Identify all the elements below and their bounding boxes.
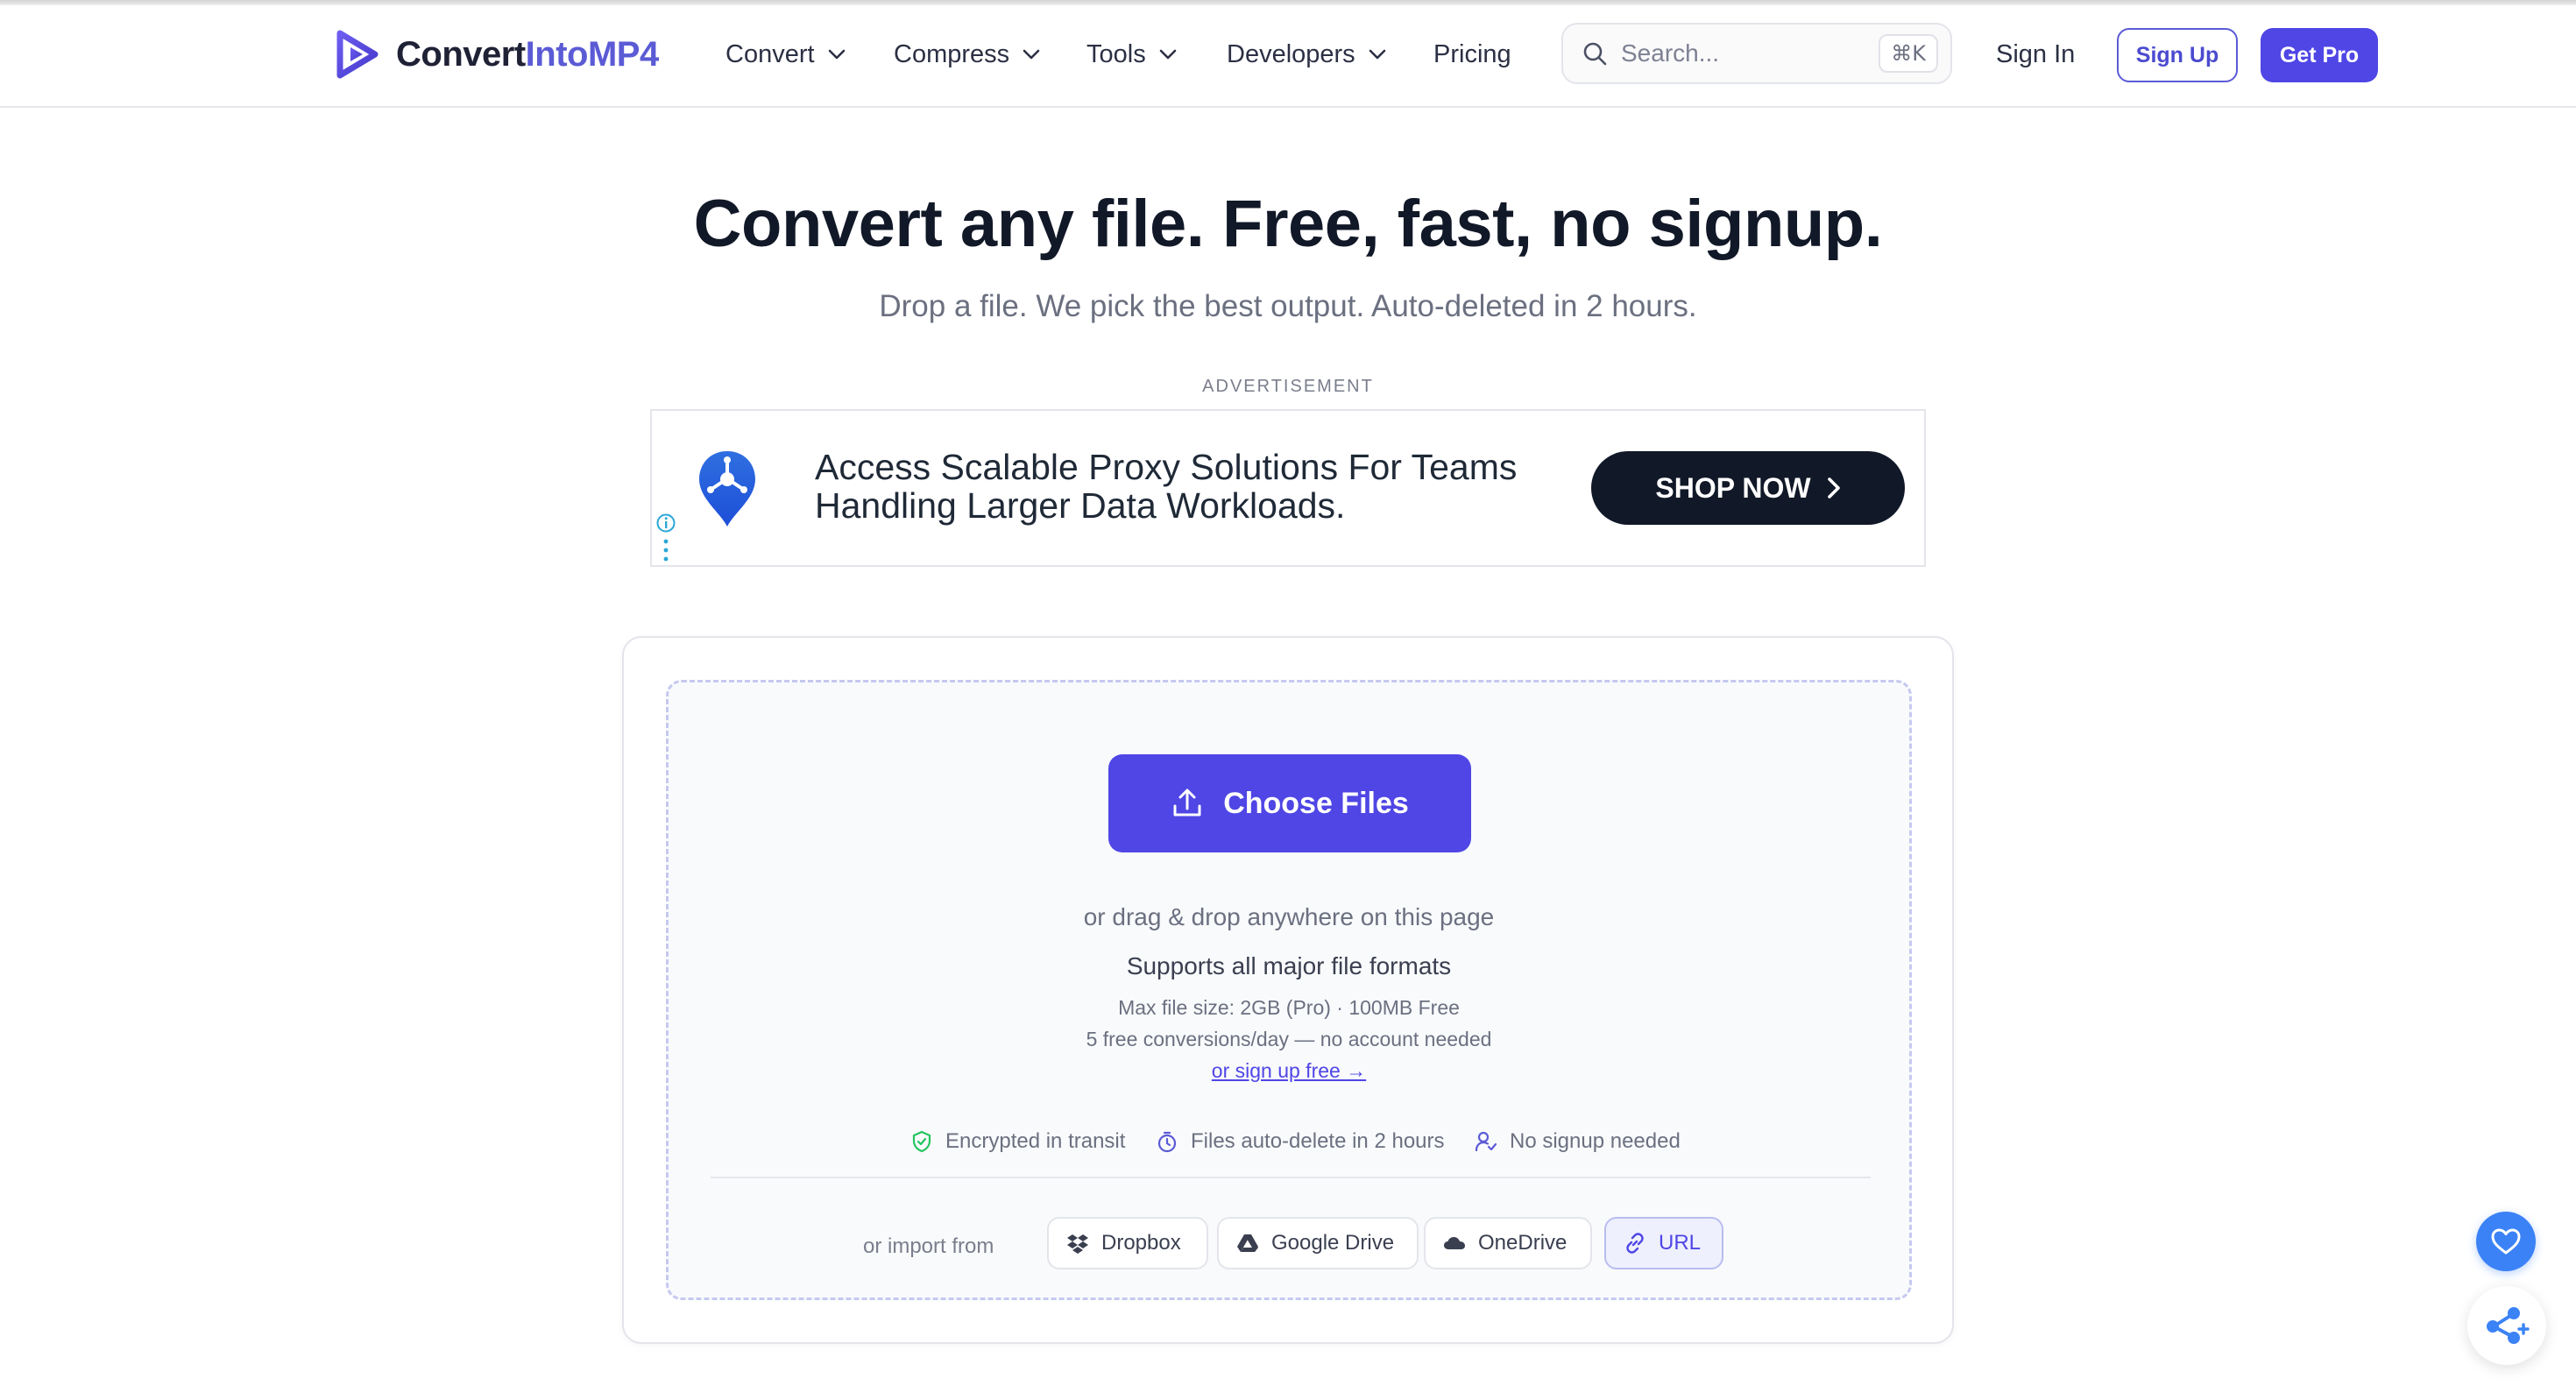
nav-tools-label: Tools — [1086, 39, 1146, 68]
chevron-down-icon — [1023, 49, 1040, 60]
import-url-button[interactable]: URL — [1604, 1217, 1723, 1269]
nav-pricing[interactable]: Pricing — [1433, 26, 1511, 82]
ad-cta-label: SHOP NOW — [1655, 471, 1811, 504]
dropbox-icon — [1067, 1234, 1088, 1254]
nav-developers[interactable]: Developers — [1227, 26, 1387, 82]
search-shortcut-badge: ⌘K — [1879, 34, 1938, 73]
favorite-button[interactable] — [2476, 1212, 2536, 1271]
site-logo[interactable]: ConvertIntoMP4 — [335, 26, 659, 82]
supported-formats-text: Supports all major file formats — [1126, 952, 1452, 979]
search-placeholder: Search... — [1621, 39, 1720, 67]
ad-brand-logo — [699, 451, 755, 527]
logo-text: ConvertIntoMP4 — [396, 35, 659, 74]
timer-icon — [1157, 1131, 1177, 1153]
chevron-down-icon — [828, 49, 845, 60]
max-file-size-text: Max file size: 2GB (Pro) · 100MB Free — [1118, 996, 1460, 1019]
nav-convert[interactable]: Convert — [725, 26, 846, 82]
sign-in-link[interactable]: Sign In — [1996, 26, 2075, 82]
sign-up-free-link[interactable]: or sign up free → — [1212, 1059, 1366, 1082]
trust-nosignup-label: No signup needed — [1510, 1129, 1681, 1153]
share-icon — [2487, 1307, 2530, 1344]
import-onedrive-label: OneDrive — [1478, 1231, 1568, 1255]
shield-check-icon — [912, 1130, 931, 1153]
site-header: ConvertIntoMP4 Convert Compress Tools De… — [0, 5, 2576, 108]
ad-label: ADVERTISEMENT — [1202, 377, 1374, 396]
page-title: Convert any file. Free, fast, no signup. — [693, 187, 1883, 261]
import-from-label: or import from — [863, 1234, 994, 1258]
ad-info-icon[interactable] — [655, 513, 676, 534]
upload-icon — [1173, 788, 1201, 817]
heart-icon — [2491, 1228, 2521, 1255]
import-google-drive-button[interactable]: Google Drive — [1217, 1217, 1419, 1269]
drag-drop-hint: or drag & drop anywhere on this page — [1083, 903, 1495, 930]
link-icon — [1626, 1233, 1644, 1254]
get-pro-button[interactable]: Get Pro — [2261, 28, 2378, 82]
chevron-down-icon — [1369, 49, 1385, 60]
choose-files-label: Choose Files — [1223, 786, 1409, 820]
trust-autodelete: Files auto-delete in 2 hours — [1156, 1129, 1445, 1154]
nav-compress-label: Compress — [894, 39, 1010, 68]
file-dropzone[interactable]: Choose Files or drag & drop anywhere on … — [666, 680, 1912, 1300]
trust-autodelete-label: Files auto-delete in 2 hours — [1191, 1129, 1445, 1153]
search-icon — [1583, 42, 1607, 66]
import-dropbox-button[interactable]: Dropbox — [1047, 1217, 1208, 1269]
search-box[interactable]: Search... ⌘K — [1561, 23, 1952, 84]
trust-nosignup: No signup needed — [1475, 1129, 1681, 1154]
logo-text-intomp4: IntoMP4 — [525, 34, 660, 74]
sign-up-button[interactable]: Sign Up — [2117, 28, 2238, 82]
ad-headline: Access Scalable Proxy Solutions For Team… — [815, 447, 1518, 526]
dropzone-divider — [711, 1177, 1871, 1178]
page-subtitle: Drop a file. We pick the best output. Au… — [879, 289, 1697, 323]
nav-compress[interactable]: Compress — [894, 26, 1041, 82]
onedrive-icon — [1444, 1237, 1465, 1249]
import-google-drive-label: Google Drive — [1271, 1231, 1395, 1255]
chevron-right-icon — [1827, 477, 1840, 499]
user-check-icon — [1475, 1131, 1497, 1152]
logo-text-convert: Convert — [396, 34, 526, 74]
nav-pricing-label: Pricing — [1433, 39, 1511, 68]
import-dropbox-label: Dropbox — [1101, 1231, 1181, 1255]
converter-card: Choose Files or drag & drop anywhere on … — [622, 636, 1954, 1344]
nav-tools[interactable]: Tools — [1086, 26, 1178, 82]
trust-encrypted: Encrypted in transit — [910, 1129, 1125, 1154]
import-url-label: URL — [1658, 1231, 1701, 1255]
free-conversions-text: 5 free conversions/day — no account need… — [1086, 1028, 1492, 1050]
ad-shop-now-button[interactable]: SHOP NOW — [1591, 451, 1905, 525]
import-onedrive-button[interactable]: OneDrive — [1424, 1217, 1592, 1269]
trust-encrypted-label: Encrypted in transit — [945, 1129, 1126, 1153]
choose-files-button[interactable]: Choose Files — [1108, 754, 1471, 852]
share-button[interactable] — [2467, 1286, 2546, 1365]
ad-banner[interactable]: Access Scalable Proxy Solutions For Team… — [650, 409, 1926, 567]
google-drive-icon — [1237, 1234, 1258, 1252]
nav-convert-label: Convert — [725, 39, 815, 68]
logo-play-icon — [336, 30, 379, 79]
sign-up-free-link-row: or sign up free → — [669, 1059, 1909, 1083]
ad-menu-icon[interactable] — [663, 539, 669, 562]
nav-developers-label: Developers — [1227, 39, 1355, 68]
chevron-down-icon — [1159, 49, 1177, 60]
